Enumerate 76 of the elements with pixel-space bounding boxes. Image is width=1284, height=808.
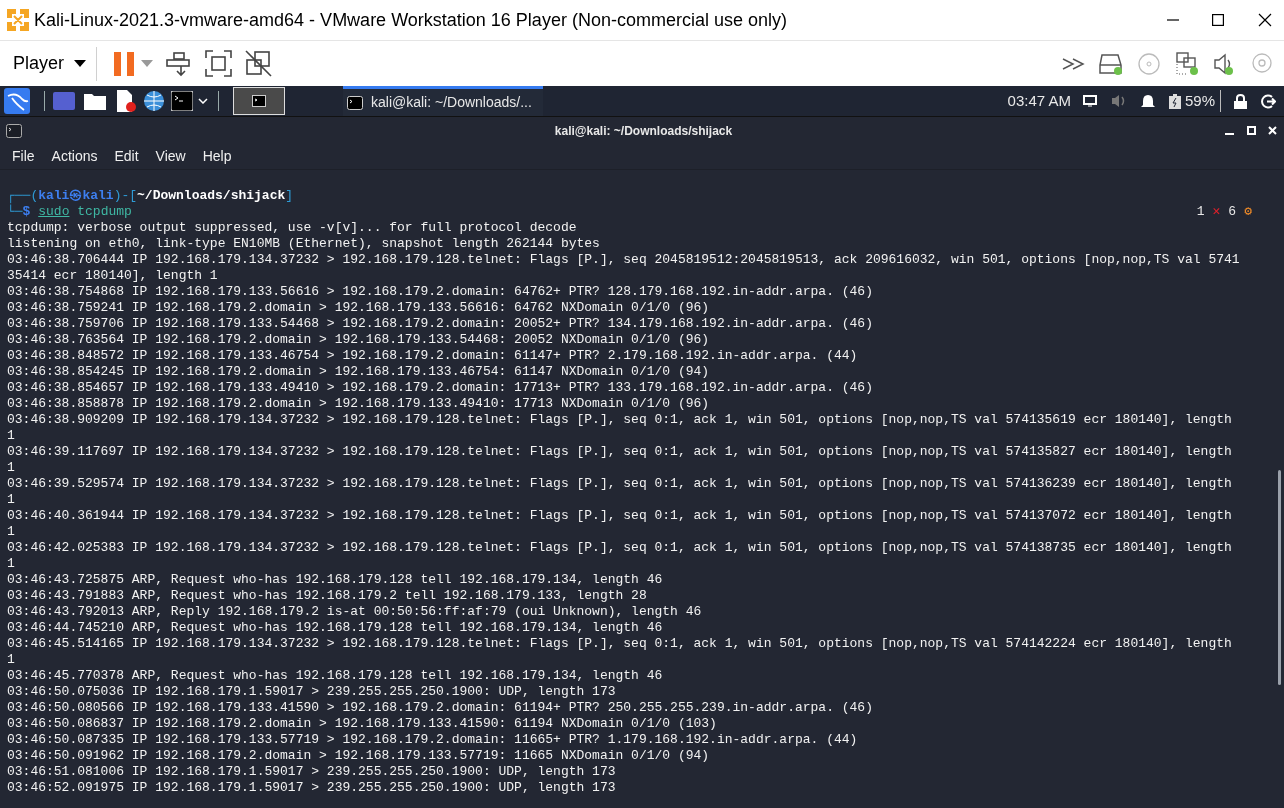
fullscreen-icon[interactable] — [205, 50, 233, 77]
double-chevron-icon[interactable] — [1062, 57, 1086, 70]
output-line: 03:46:43.725875 ARP, Request who-has 192.168.179.128 tell 192.168.179.134, length 46 — [7, 572, 664, 588]
gear-icon: ⚙ — [1244, 204, 1252, 220]
caret-icon[interactable] — [141, 60, 154, 67]
output-line: 03:46:50.080566 IP 192.168.179.133.41590 > 192.168.179.2.domain: 61194+ PTR? 250.255.255.239.in-addr.arpa. (46) — [7, 700, 874, 716]
send-keys-icon[interactable] — [165, 50, 192, 77]
output-line: 03:46:50.086837 IP 192.168.179.2.domain > 192.168.179.133.41590: 61194 NXDomain 0/1/0 (103) — [7, 716, 718, 732]
chevron-down-icon[interactable] — [198, 98, 208, 104]
output-line: 03:46:38.854245 IP 192.168.179.2.domain > 192.168.179.133.46754: 61147 NXDomain 0/1/0 (94) — [7, 364, 711, 380]
output-line: 03:46:38.909209 IP 192.168.179.134.37232 > 192.168.179.128.telnet: Flags [P.], seq 0:1, ack 1, win 501, options [nop,nop,TS val 574135619 ecr 180140], length 1 — [7, 412, 1233, 444]
output-line: 03:46:38.754868 IP 192.168.179.133.56616 > 192.168.179.2.domain: 64762+ PTR? 128.179.168.192.in-addr.arpa. (46) — [7, 284, 874, 300]
window-title: Kali-Linux-2021.3-vmware-amd64 - VMware Workstation 16 Player (Non-commercial use only) — [34, 8, 787, 32]
output-line: 03:46:39.529574 IP 192.168.179.134.37232 > 192.168.179.128.telnet: Flags [P.], seq 0:1, ack 1, win 501, options [nop,nop,TS val 574136239 ecr 180140], length 1 — [7, 476, 1233, 508]
output-line: 03:46:38.858878 IP 192.168.179.2.domain > 192.168.179.133.49410: 17713 NXDomain 0/1/0 (96) — [7, 396, 711, 412]
output-line: 03:46:38.706444 IP 192.168.179.134.37232 > 192.168.179.128.telnet: Flags [P.], seq 2045819512:2045819513, ack 209616032, win 501, options [nop,nop,TS val 574135414 ecr 180140], length 1 — [7, 252, 1240, 284]
terminal-icon — [6, 123, 22, 138]
terminal-icon — [252, 95, 266, 107]
scrollbar[interactable] — [1278, 470, 1281, 685]
taskbar-window-button[interactable]: kali@kali: ~/Downloads/... — [343, 86, 543, 116]
close-icon[interactable] — [1258, 13, 1272, 27]
workspace-button[interactable] — [233, 87, 285, 115]
folder-icon[interactable] — [83, 91, 107, 111]
output-line: 03:46:38.848572 IP 192.168.179.133.46754 > 192.168.179.2.domain: 61147+ PTR? 2.179.168.192.in-addr.arpa. (44) — [7, 348, 859, 364]
bell-icon[interactable] — [1140, 93, 1155, 109]
hard-disk-icon[interactable] — [1098, 51, 1124, 76]
error-mark: ✕ — [1212, 204, 1221, 220]
clock[interactable]: 03:47 AM — [1007, 89, 1071, 113]
command-line: └─$ sudo tcpdump — [7, 204, 132, 220]
menu-item[interactable]: Help — [202, 146, 232, 167]
exit-count: 1 — [1196, 204, 1205, 220]
output-line: 03:46:51.081006 IP 192.168.179.1.59017 > 239.255.255.250.1900: UDP, length 173 — [7, 764, 617, 780]
terminal-title: kali@kali: ~/Downloads/shijack — [554, 122, 733, 140]
output-line: 03:46:39.117697 IP 192.168.179.134.37232 > 192.168.179.128.telnet: Flags [P.], seq 0:1, ack 1, win 501, options [nop,nop,TS val 574135827 ecr 180140], length 1 — [7, 444, 1233, 476]
output-line: 03:46:40.361944 IP 192.168.179.134.37232 > 192.168.179.128.telnet: Flags [P.], seq 0:1, ack 1, win 501, options [nop,nop,TS val 574137072 ecr 180140], length 1 — [7, 508, 1233, 540]
output-line: 03:46:43.791883 ARP, Request who-has 192.168.179.2 tell 192.168.179.133, length 28 — [7, 588, 648, 604]
output-line: 03:46:43.792013 ARP, Reply 192.168.179.2 is-at 00:50:56:ff:af:79 (oui Unknown), length 46 — [7, 604, 703, 620]
output-line: listening on eth0, link-type EN10MB (Ethernet), snapshot length 262144 bytes — [7, 236, 601, 252]
output-line: 03:46:50.075036 IP 192.168.179.1.59017 > 239.255.255.250.1900: UDP, length 173 — [7, 684, 617, 700]
maximize-icon[interactable] — [1212, 14, 1224, 26]
output-line: 03:46:38.763564 IP 192.168.179.2.domain > 192.168.179.133.54468: 20052 NXDomain 0/1/0 (96) — [7, 332, 711, 348]
network-icon[interactable] — [1176, 51, 1200, 76]
prompt-line: ┌──(kali㉿kali)-[~/Downloads/shijack] — [7, 188, 295, 204]
logout-icon[interactable] — [1261, 93, 1276, 109]
output-line: 03:46:45.514165 IP 192.168.179.134.37232 > 192.168.179.128.telnet: Flags [P.], seq 0:1, ack 1, win 501, options [nop,nop,TS val 574142224 ecr 180140], length 1 — [7, 636, 1233, 668]
text-editor-icon[interactable] — [115, 89, 137, 113]
menu-item[interactable]: Actions — [51, 146, 98, 167]
output-line: 03:46:42.025383 IP 192.168.179.134.37232 > 192.168.179.128.telnet: Flags [P.], seq 0:1, ack 1, win 501, options [nop,nop,TS val 574138735 ecr 180140], length 1 — [7, 540, 1233, 572]
volume-icon[interactable] — [1110, 94, 1127, 108]
menu-item[interactable]: File — [12, 146, 35, 167]
terminal-icon[interactable] — [171, 91, 193, 111]
output-line: 03:46:44.745210 ARP, Request who-has 192.168.179.128 tell 192.168.179.134, length 46 — [7, 620, 664, 636]
output-line: 03:46:38.759706 IP 192.168.179.133.54468 > 192.168.179.2.domain: 20052+ PTR? 134.179.168.192.in-addr.arpa. (46) — [7, 316, 874, 332]
player-menu-button[interactable]: Player — [13, 50, 87, 77]
output-line: 03:46:45.770378 ARP, Request who-has 192.168.179.128 tell 192.168.179.134, length 46 — [7, 668, 664, 684]
menu-item[interactable]: Edit — [114, 146, 139, 167]
output-line: 03:46:50.087335 IP 192.168.179.133.57719 > 192.168.179.2.domain: 11665+ PTR? 1.179.168.192.in-addr.arpa. (44) — [7, 732, 859, 748]
battery-icon[interactable] — [1168, 93, 1181, 109]
battery-percent[interactable]: 59% — [1184, 89, 1215, 113]
exit-code: 6 — [1228, 204, 1237, 220]
pause-icon[interactable] — [114, 51, 135, 76]
output-line: 03:46:38.854657 IP 192.168.179.133.49410 > 192.168.179.2.domain: 17713+ PTR? 133.179.168.192.in-addr.arpa. (46) — [7, 380, 874, 396]
caret-icon — [74, 60, 87, 67]
speaker-icon[interactable] — [1214, 52, 1234, 75]
app-logo-icon — [6, 8, 30, 32]
output-line: 03:46:52.091975 IP 192.168.179.1.59017 > 239.255.255.250.1900: UDP, length 173 — [7, 780, 617, 796]
menu-item[interactable]: View — [155, 146, 186, 167]
output-line: 03:46:38.759241 IP 192.168.179.2.domain > 192.168.179.133.56616: 64762 NXDomain 0/1/0 (96) — [7, 300, 711, 316]
display-icon[interactable] — [1082, 95, 1097, 107]
lock-icon[interactable] — [1234, 93, 1247, 109]
output-line: 03:46:50.091962 IP 192.168.179.2.domain > 192.168.179.133.57719: 11665 NXDomain 0/1/0 (94) — [7, 748, 711, 764]
unity-icon[interactable] — [245, 50, 273, 77]
output-line: tcpdump: verbose output suppressed, use -v[v]... for full protocol decode — [7, 220, 578, 236]
terminal-icon — [347, 95, 363, 110]
browser-icon[interactable] — [143, 90, 165, 112]
kali-menu-icon[interactable] — [4, 88, 30, 114]
